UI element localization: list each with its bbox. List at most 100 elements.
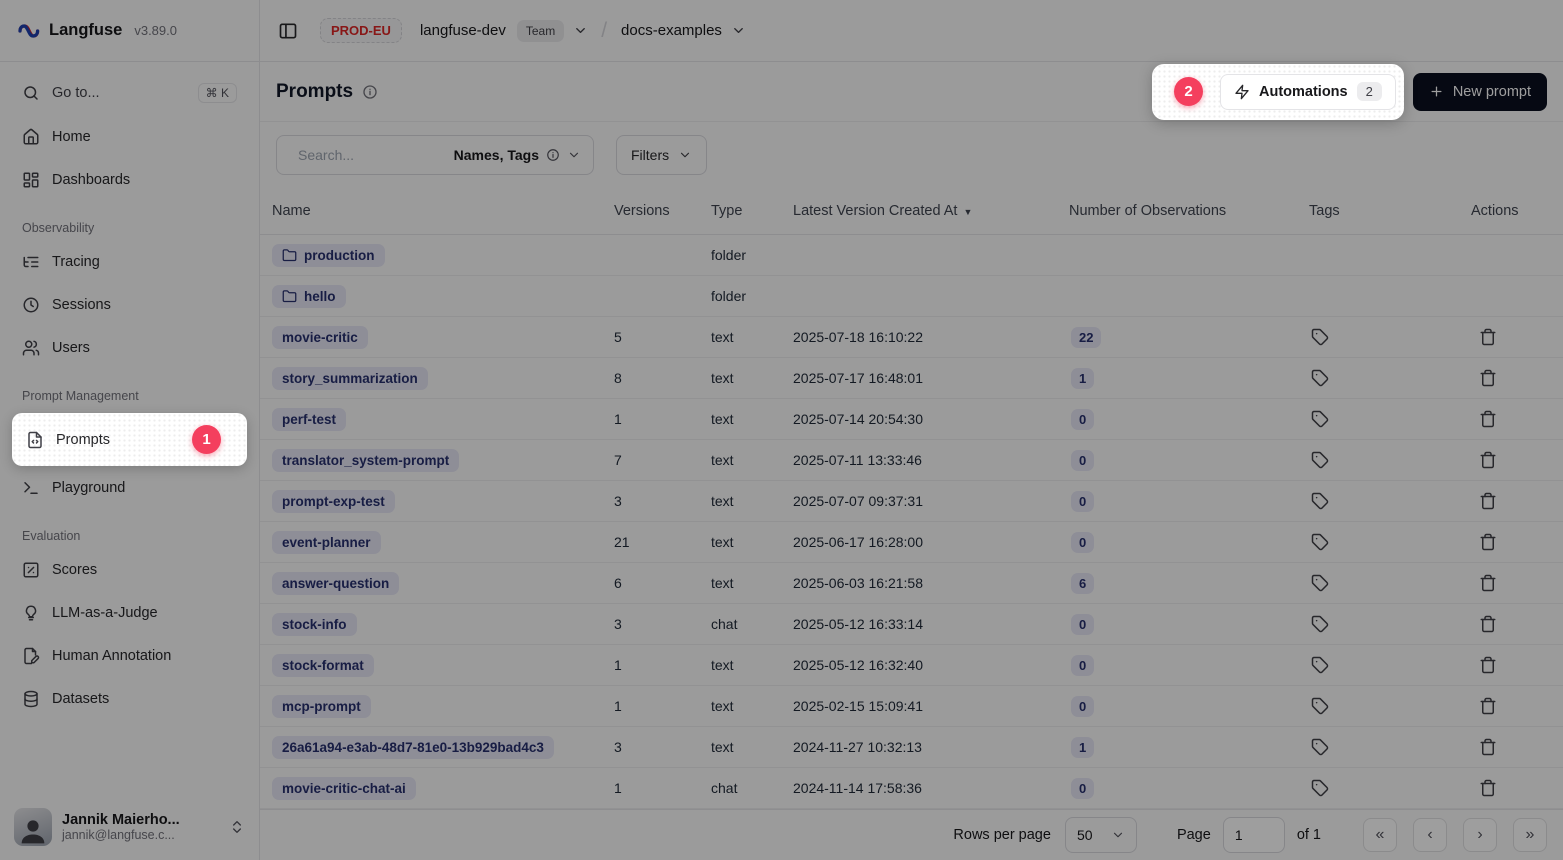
delete-button[interactable]: [1477, 654, 1499, 676]
sidebar-toggle-button[interactable]: [278, 21, 298, 41]
table-row[interactable]: prompt-exp-test3text2025-07-07 09:37:310: [260, 481, 1563, 522]
tag-button[interactable]: [1309, 490, 1331, 512]
sidebar-item-home[interactable]: Home: [12, 120, 247, 154]
prompt-name-pill[interactable]: prompt-exp-test: [272, 490, 395, 513]
tag-button[interactable]: [1309, 326, 1331, 348]
previous-page-button[interactable]: ‹: [1413, 818, 1447, 852]
sidebar-item-prompts[interactable]: Prompts1: [16, 417, 243, 462]
sidebar-item-playground[interactable]: Playground: [12, 471, 247, 505]
table-row[interactable]: 26a61a94-e3ab-48d7-81e0-13b929bad4c33tex…: [260, 727, 1563, 768]
tag-button[interactable]: [1309, 613, 1331, 635]
table-row[interactable]: stock-format1text2025-05-12 16:32:400: [260, 645, 1563, 686]
delete-button[interactable]: [1477, 326, 1499, 348]
observations-count-pill[interactable]: 0: [1071, 696, 1094, 717]
observations-count-pill[interactable]: 0: [1071, 614, 1094, 635]
sidebar-item-datasets[interactable]: Datasets: [12, 682, 247, 716]
tag-button[interactable]: [1309, 408, 1331, 430]
search-input[interactable]: [298, 147, 384, 163]
last-page-button[interactable]: »: [1513, 818, 1547, 852]
delete-button[interactable]: [1477, 531, 1499, 553]
delete-button[interactable]: [1477, 490, 1499, 512]
project-chevron-down-icon[interactable]: [731, 23, 746, 38]
observations-count-pill[interactable]: 6: [1071, 573, 1094, 594]
table-row[interactable]: answer-question6text2025-06-03 16:21:586: [260, 563, 1563, 604]
tag-button[interactable]: [1309, 736, 1331, 758]
info-icon[interactable]: [362, 84, 378, 100]
prompt-name-pill[interactable]: stock-info: [272, 613, 357, 636]
goto-search-button[interactable]: Go to... ⌘ K: [12, 75, 247, 111]
column-header-type[interactable]: Type: [711, 203, 793, 219]
project-breadcrumb[interactable]: docs-examples: [621, 22, 722, 39]
sidebar-item-dashboards[interactable]: Dashboards: [12, 163, 247, 197]
prompt-name-pill[interactable]: movie-critic: [272, 326, 368, 349]
table-row[interactable]: mcp-prompt1text2025-02-15 15:09:410: [260, 686, 1563, 727]
column-header-versions[interactable]: Versions: [614, 203, 711, 219]
table-row[interactable]: event-planner21text2025-06-17 16:28:000: [260, 522, 1563, 563]
prompt-name-pill[interactable]: movie-critic-chat-ai: [272, 777, 416, 800]
prompt-name-pill[interactable]: event-planner: [272, 531, 381, 554]
prompt-name-pill[interactable]: mcp-prompt: [272, 695, 371, 718]
org-breadcrumb[interactable]: langfuse-dev: [420, 22, 506, 39]
sidebar-item-llm-as-a-judge[interactable]: LLM-as-a-Judge: [12, 596, 247, 630]
tag-button[interactable]: [1309, 777, 1331, 799]
column-header-name[interactable]: Name: [272, 203, 614, 219]
folder-name-pill[interactable]: hello: [272, 285, 346, 308]
sidebar-item-scores[interactable]: Scores: [12, 553, 247, 587]
table-row[interactable]: productionfolder: [260, 235, 1563, 276]
delete-button[interactable]: [1477, 449, 1499, 471]
observations-count-pill[interactable]: 0: [1071, 532, 1094, 553]
prompt-name-pill[interactable]: perf-test: [272, 408, 346, 431]
table-row[interactable]: movie-critic5text2025-07-18 16:10:2222: [260, 317, 1563, 358]
table-row[interactable]: movie-critic-chat-ai1chat2024-11-14 17:5…: [260, 768, 1563, 809]
rows-per-page-select[interactable]: 50: [1065, 817, 1137, 853]
delete-button[interactable]: [1477, 572, 1499, 594]
column-header-latest-version-created-at[interactable]: Latest Version Created At▼: [793, 203, 1069, 219]
prompt-name-pill[interactable]: 26a61a94-e3ab-48d7-81e0-13b929bad4c3: [272, 736, 554, 759]
tag-button[interactable]: [1309, 367, 1331, 389]
observations-count-pill[interactable]: 0: [1071, 409, 1094, 430]
new-prompt-button[interactable]: New prompt: [1413, 73, 1547, 111]
table-row[interactable]: translator_system-prompt7text2025-07-11 …: [260, 440, 1563, 481]
table-row[interactable]: story_summarization8text2025-07-17 16:48…: [260, 358, 1563, 399]
tag-button[interactable]: [1309, 531, 1331, 553]
tag-button[interactable]: [1309, 449, 1331, 471]
observations-count-pill[interactable]: 0: [1071, 491, 1094, 512]
observations-count-pill[interactable]: 0: [1071, 450, 1094, 471]
observations-count-pill[interactable]: 0: [1071, 655, 1094, 676]
delete-button[interactable]: [1477, 408, 1499, 430]
observations-count-pill[interactable]: 1: [1071, 737, 1094, 758]
sidebar-item-sessions[interactable]: Sessions: [12, 288, 247, 322]
table-row[interactable]: hellofolder: [260, 276, 1563, 317]
delete-button[interactable]: [1477, 367, 1499, 389]
page-number-input[interactable]: [1223, 817, 1285, 853]
next-page-button[interactable]: ›: [1463, 818, 1497, 852]
delete-button[interactable]: [1477, 613, 1499, 635]
prompt-name-pill[interactable]: story_summarization: [272, 367, 428, 390]
first-page-button[interactable]: «: [1363, 818, 1397, 852]
sidebar-item-tracing[interactable]: Tracing: [12, 245, 247, 279]
org-chevron-down-icon[interactable]: [573, 23, 588, 38]
prompt-name-pill[interactable]: stock-format: [272, 654, 374, 677]
sidebar-item-users[interactable]: Users: [12, 331, 247, 365]
delete-button[interactable]: [1477, 736, 1499, 758]
tag-button[interactable]: [1309, 654, 1331, 676]
observations-count-pill[interactable]: 0: [1071, 778, 1094, 799]
search-scope-dropdown[interactable]: Names, Tags: [454, 147, 581, 163]
observations-count-pill[interactable]: 1: [1071, 368, 1094, 389]
prompt-name-pill[interactable]: answer-question: [272, 572, 399, 595]
column-header-tags[interactable]: Tags: [1309, 203, 1471, 219]
column-header-number-of-observations[interactable]: Number of Observations: [1069, 203, 1309, 219]
table-row[interactable]: stock-info3chat2025-05-12 16:33:140: [260, 604, 1563, 645]
delete-button[interactable]: [1477, 695, 1499, 717]
tag-button[interactable]: [1309, 572, 1331, 594]
filters-button[interactable]: Filters: [616, 135, 707, 175]
prompt-name-pill[interactable]: translator_system-prompt: [272, 449, 459, 472]
sidebar-item-human-annotation[interactable]: Human Annotation: [12, 639, 247, 673]
column-header-actions[interactable]: Actions: [1471, 203, 1563, 219]
observations-count-pill[interactable]: 22: [1071, 327, 1101, 348]
delete-button[interactable]: [1477, 777, 1499, 799]
user-menu[interactable]: Jannik Maierho... jannik@langfuse.c...: [0, 794, 259, 860]
table-row[interactable]: perf-test1text2025-07-14 20:54:300: [260, 399, 1563, 440]
automations-button[interactable]: Automations 2: [1220, 74, 1396, 110]
folder-name-pill[interactable]: production: [272, 244, 385, 267]
